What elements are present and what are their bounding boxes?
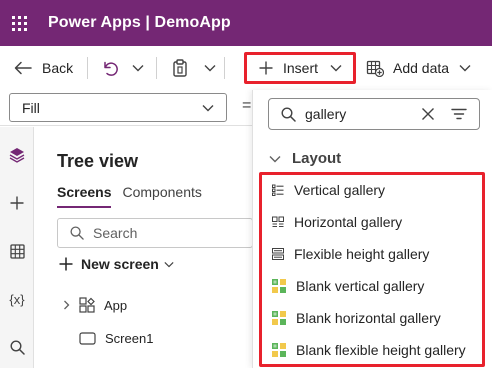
add-data-button[interactable]: Add data — [366, 52, 471, 84]
tree-node-label: App — [104, 297, 128, 313]
insert-search-value: gallery — [305, 106, 347, 122]
tree-view-pane: Tree view Screens Components Search New … — [35, 127, 253, 368]
insert-item-blank-flexible-height-gallery[interactable]: Blank flexible height gallery — [272, 342, 466, 358]
insert-item-label: Blank flexible height gallery — [296, 342, 466, 358]
tree-search-input[interactable]: Search — [57, 218, 253, 248]
table-icon — [9, 243, 25, 259]
gallery-results-highlight: Vertical gallery Horizontal gallery Flex… — [259, 172, 485, 367]
variables-rail-button[interactable]: {x} — [0, 285, 34, 313]
screen-icon — [79, 332, 96, 345]
tree-view-title: Tree view — [57, 151, 139, 171]
tree-node-label: Screen1 — [105, 331, 154, 346]
insert-item-blank-vertical-gallery[interactable]: Blank vertical gallery — [272, 278, 424, 294]
search-icon — [70, 226, 84, 240]
app-launcher-button[interactable] — [0, 0, 38, 46]
insert-item-label: Blank horizontal gallery — [296, 310, 441, 326]
property-dropdown[interactable]: Fill — [9, 93, 227, 122]
back-button[interactable]: Back — [14, 52, 73, 84]
close-icon[interactable] — [421, 107, 435, 121]
back-label: Back — [42, 60, 74, 76]
horizontal-gallery-icon — [272, 216, 284, 227]
insert-item-label: Flexible height gallery — [294, 246, 430, 262]
insert-search-input[interactable]: gallery — [268, 98, 480, 130]
layout-section-header[interactable]: Layout — [269, 150, 341, 167]
insert-label: Insert — [283, 60, 319, 76]
new-screen-label: New screen — [81, 256, 159, 272]
clipboard-icon — [173, 59, 187, 77]
toolbar-divider — [87, 57, 89, 79]
left-rail: {x} — [0, 127, 34, 368]
insert-item-label: Blank vertical gallery — [296, 278, 425, 294]
tree-node-screen1[interactable]: Screen1 — [79, 331, 153, 346]
waffle-icon — [11, 15, 27, 31]
insert-button[interactable]: Insert — [244, 52, 356, 84]
toolbar-divider — [156, 57, 158, 79]
command-bar: Back Insert Add data — [0, 46, 492, 90]
tree-node-app[interactable]: App — [63, 297, 127, 313]
app-header: Power Apps | DemoApp — [0, 0, 492, 46]
flexible-height-gallery-icon — [272, 248, 284, 260]
chevron-down-icon — [132, 65, 144, 72]
new-screen-button[interactable]: New screen — [59, 256, 174, 272]
plus-icon — [59, 257, 73, 271]
blank-vertical-gallery-icon — [272, 279, 286, 293]
insert-item-blank-horizontal-gallery[interactable]: Blank horizontal gallery — [272, 310, 441, 326]
tree-view-rail-button[interactable] — [0, 141, 34, 169]
plus-icon — [10, 196, 24, 210]
paste-menu-button[interactable] — [204, 52, 216, 84]
blank-flexible-height-gallery-icon — [272, 343, 286, 357]
insert-panel: gallery Layout Vertical gallery Horizont… — [252, 90, 492, 368]
search-icon — [281, 106, 296, 122]
database-add-icon — [366, 60, 384, 77]
vertical-gallery-icon — [272, 184, 284, 196]
chevron-down-icon — [202, 105, 214, 112]
undo-icon — [104, 61, 119, 76]
insert-item-label: Vertical gallery — [294, 182, 386, 198]
equals-sign: = — [242, 97, 252, 114]
insert-item-flexible-height-gallery[interactable]: Flexible height gallery — [272, 246, 429, 262]
insert-item-horizontal-gallery[interactable]: Horizontal gallery — [272, 214, 402, 230]
chevron-down-icon — [164, 261, 174, 267]
tree-search-placeholder: Search — [93, 225, 138, 241]
property-value: Fill — [22, 99, 40, 116]
plus-icon — [259, 61, 273, 75]
chevron-down-icon — [204, 65, 216, 72]
app-title: Power Apps | DemoApp — [48, 14, 231, 31]
tree-view-tabs: Screens Components — [57, 184, 213, 208]
chevron-down-icon — [459, 65, 471, 72]
filter-icon[interactable] — [451, 108, 467, 120]
chevron-right-icon — [64, 300, 70, 310]
add-data-label: Add data — [393, 60, 450, 76]
layout-section-label: Layout — [292, 150, 342, 167]
toolbar-divider — [224, 57, 226, 79]
search-icon — [9, 339, 25, 355]
chevron-down-icon — [269, 155, 281, 162]
chevron-down-icon — [330, 65, 342, 72]
insert-item-label: Horizontal gallery — [294, 214, 403, 230]
variables-icon: {x} — [9, 291, 25, 307]
undo-menu-button[interactable] — [132, 52, 144, 84]
tab-screens[interactable]: Screens — [57, 184, 112, 208]
undo-button[interactable] — [101, 52, 119, 84]
insert-rail-button[interactable] — [0, 189, 34, 217]
tab-components[interactable]: Components — [122, 184, 201, 208]
paste-button[interactable] — [172, 52, 188, 84]
layers-icon — [9, 148, 25, 163]
app-icon — [79, 297, 95, 313]
data-rail-button[interactable] — [0, 237, 34, 265]
search-rail-button[interactable] — [0, 333, 34, 361]
insert-item-vertical-gallery[interactable]: Vertical gallery — [272, 182, 385, 198]
arrow-left-icon — [14, 61, 32, 75]
blank-horizontal-gallery-icon — [272, 311, 286, 325]
